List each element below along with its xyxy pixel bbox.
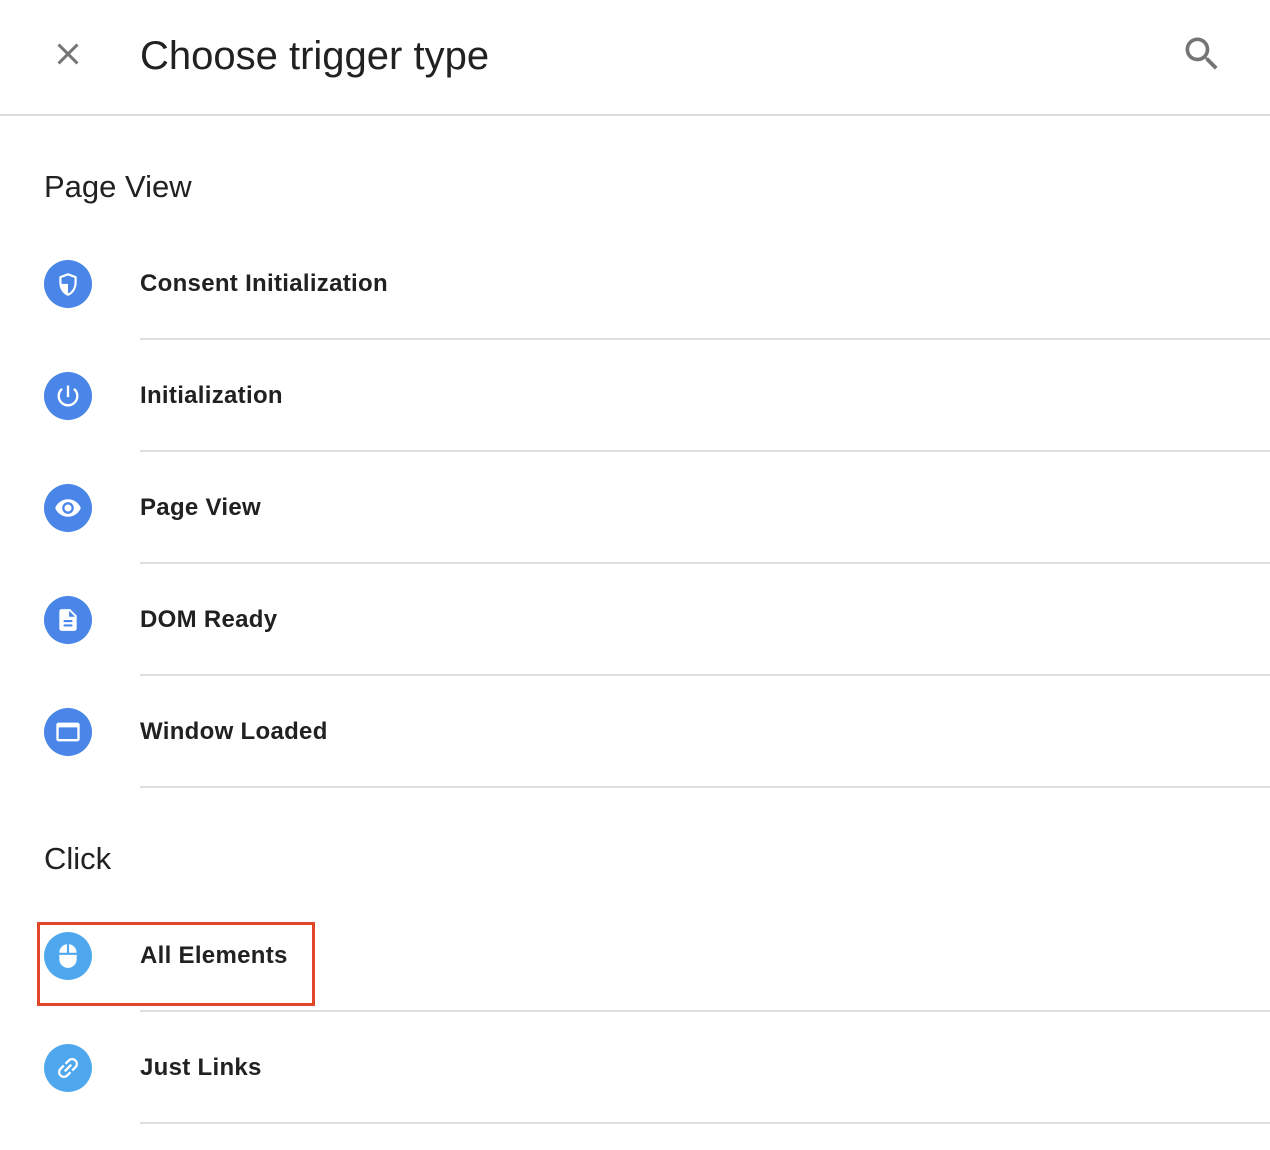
trigger-item-dom-ready[interactable]: DOM Ready bbox=[0, 564, 1270, 676]
link-icon bbox=[44, 1044, 92, 1092]
header-bar: Choose trigger type bbox=[0, 0, 1270, 116]
window-icon bbox=[44, 708, 92, 756]
trigger-item-window-loaded[interactable]: Window Loaded bbox=[0, 676, 1270, 788]
document-icon bbox=[44, 596, 92, 644]
trigger-item-just-links[interactable]: Just Links bbox=[0, 1012, 1270, 1124]
divider bbox=[140, 786, 1270, 788]
shield-icon bbox=[44, 260, 92, 308]
page-title: Choose trigger type bbox=[140, 34, 490, 78]
section-title-page-view: Page View bbox=[44, 169, 192, 204]
section-title-click: Click bbox=[44, 841, 112, 876]
trigger-item-initialization[interactable]: Initialization bbox=[0, 340, 1270, 452]
power-icon bbox=[44, 372, 92, 420]
trigger-label: DOM Ready bbox=[140, 606, 278, 633]
close-icon bbox=[57, 43, 79, 65]
trigger-label: Just Links bbox=[140, 1054, 262, 1081]
mouse-icon bbox=[44, 932, 92, 980]
close-button[interactable] bbox=[36, 22, 100, 86]
trigger-item-all-elements[interactable]: All Elements bbox=[0, 900, 1270, 1012]
search-icon bbox=[1185, 37, 1218, 70]
search-button[interactable] bbox=[1170, 22, 1234, 86]
divider bbox=[140, 1122, 1270, 1124]
trigger-item-consent-initialization[interactable]: Consent Initialization bbox=[0, 228, 1270, 340]
trigger-item-page-view[interactable]: Page View bbox=[0, 452, 1270, 564]
trigger-label: Window Loaded bbox=[140, 718, 328, 745]
trigger-label: Page View bbox=[140, 494, 261, 521]
trigger-label: Consent Initialization bbox=[140, 270, 388, 297]
eye-icon bbox=[44, 484, 92, 532]
trigger-label: Initialization bbox=[140, 382, 283, 409]
trigger-label: All Elements bbox=[140, 942, 288, 969]
